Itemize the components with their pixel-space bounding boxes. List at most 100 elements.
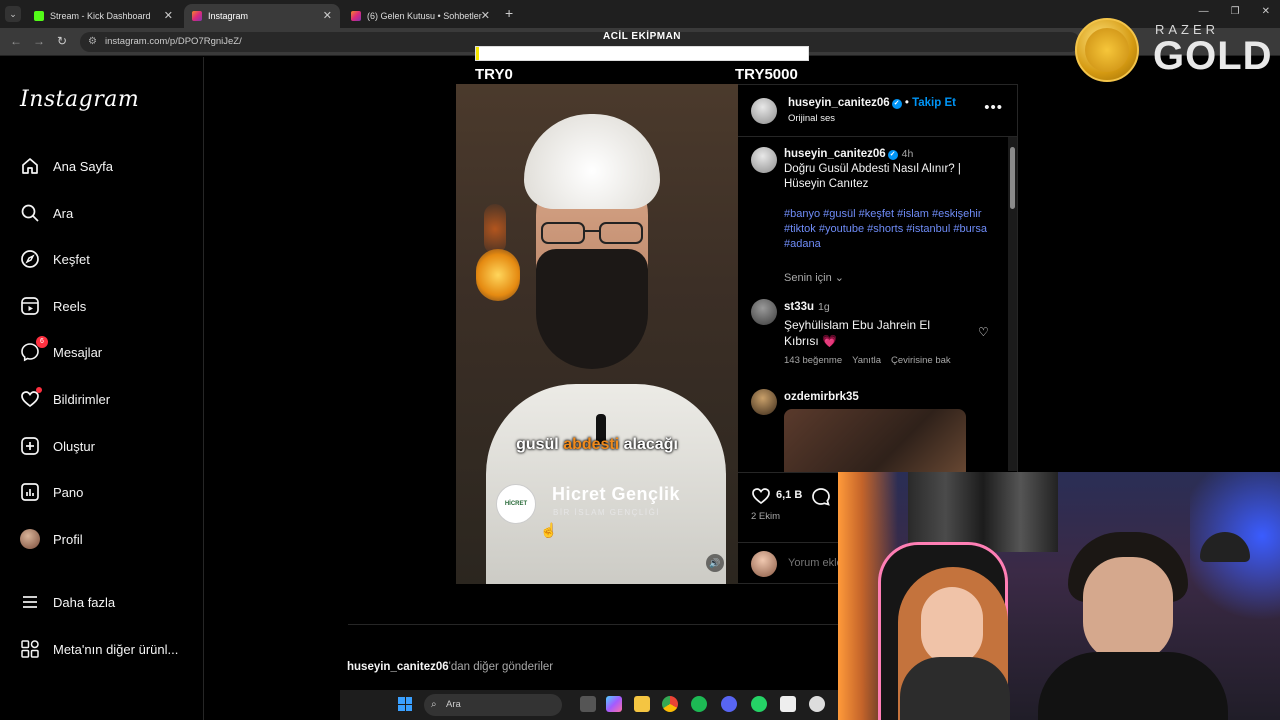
sidebar-item-dashboard[interactable]: Pano — [20, 479, 83, 505]
sidebar-item-label: Daha fazla — [53, 594, 116, 610]
tab-kick-dashboard[interactable]: Stream - Kick Dashboard ✕ — [26, 4, 181, 28]
instagram-logo[interactable]: Instagram — [20, 87, 139, 112]
video-person-glasses — [541, 222, 643, 244]
author-avatar[interactable] — [751, 98, 777, 124]
tab-inbox[interactable]: (6) Gelen Kutusu • Sohbetler ✕ — [343, 4, 498, 28]
commenter-username[interactable]: ozdemirbrk35 — [784, 391, 859, 403]
more-posts-suffix: 'dan diğer gönderiler — [448, 661, 554, 673]
for-you-dropdown[interactable]: Senin için ⌄ — [784, 271, 844, 284]
mouse-cursor-icon: ☝ — [540, 522, 558, 538]
sidebar-item-home[interactable]: Ana Sayfa — [20, 153, 113, 179]
webcam-hanging-clothes — [908, 472, 1058, 552]
sidebar-item-more[interactable]: Daha fazla — [20, 589, 115, 615]
sidebar-item-label: Profil — [53, 531, 83, 547]
windows-start-icon[interactable] — [398, 697, 412, 711]
sidebar-item-profile[interactable]: Profil — [20, 526, 83, 552]
sidebar-item-create[interactable]: Oluştur — [20, 433, 95, 459]
more-options-icon[interactable]: ••• — [984, 99, 1003, 116]
original-audio-link[interactable]: Orijinal ses — [788, 113, 835, 124]
video-brand-subtitle: BİR İSLAM GENÇLİĞİ — [553, 508, 661, 517]
chevron-down-icon: ⌄ — [834, 272, 844, 284]
search-icon: ⌕ — [431, 699, 437, 710]
comment-like-count[interactable]: 143 beğenme — [784, 355, 842, 366]
post-header: huseyin_canitez06 ✓ • Takip Et Orijinal s… — [738, 85, 1017, 137]
sidebar-item-label: Meta'nın diğer ürünl... — [53, 641, 179, 657]
author-avatar[interactable] — [751, 147, 777, 173]
tab-search-button[interactable]: ⌄ — [5, 6, 21, 22]
sidebar-item-reels[interactable]: Reels — [20, 293, 86, 319]
author-username[interactable]: huseyin_canitez06 — [788, 97, 890, 109]
file-explorer-icon[interactable] — [634, 696, 650, 712]
comment-meta: 143 beğenme Yanıtla Çevirisine bak — [784, 355, 951, 366]
caption-author[interactable]: huseyin_canitez06 — [784, 148, 886, 160]
site-info-icon[interactable]: ⚙ — [88, 32, 97, 52]
plus-icon — [20, 436, 40, 456]
comment-item: ozdemirbrk35 — [738, 387, 1008, 472]
url-text: instagram.com/p/DPO7RgniJeZ/ — [105, 36, 242, 47]
comment-like-heart-icon[interactable]: ♡ — [978, 325, 989, 339]
caption-hashtags[interactable]: #banyo #gusül #keşfet #islam #eskişehir … — [784, 207, 999, 252]
instagram-sidebar: Instagram Ana Sayfa Ara Keşfet Reels 6 M… — [0, 57, 204, 720]
sidebar-item-messages[interactable]: 6 Mesajlar — [20, 336, 102, 365]
task-view-icon[interactable] — [580, 696, 596, 712]
maximize-icon[interactable]: ❐ — [1231, 6, 1240, 17]
chrome-icon[interactable] — [662, 696, 678, 712]
close-icon[interactable]: ✕ — [164, 9, 173, 22]
comments-scrollbar[interactable] — [1008, 137, 1017, 471]
discord-icon[interactable] — [721, 696, 737, 712]
donation-max-label: TRY5000 — [735, 66, 798, 83]
chatgpt-icon[interactable] — [809, 696, 825, 712]
more-posts-username[interactable]: huseyin_canitez06 — [347, 661, 449, 673]
like-heart-icon[interactable] — [751, 487, 771, 505]
notification-dot — [36, 387, 42, 393]
close-icon[interactable]: ✕ — [323, 9, 332, 22]
back-icon[interactable]: ← — [10, 34, 22, 48]
commenter-avatar[interactable] — [751, 389, 777, 415]
commenter-avatar[interactable] — [751, 299, 777, 325]
whatsapp-icon[interactable] — [751, 696, 767, 712]
messenger-icon: 6 — [20, 336, 48, 362]
app-icon[interactable] — [780, 696, 796, 712]
sidebar-item-notifications[interactable]: Bildirimler — [20, 386, 110, 412]
author-header-line: huseyin_canitez06 ✓ • Takip Et — [788, 97, 956, 109]
volume-icon[interactable]: 🔊 — [706, 554, 724, 572]
webcam-person-left-face — [921, 587, 983, 665]
subtitle-highlight: abdesti — [563, 436, 620, 453]
like-count[interactable]: 6,1 B — [776, 489, 802, 501]
minimize-icon[interactable]: — — [1199, 6, 1209, 17]
new-tab-button[interactable]: + — [505, 5, 513, 21]
subtitle-part: alacağı — [619, 436, 678, 453]
post-time: 4h — [901, 148, 914, 160]
taskbar-search[interactable]: ⌕ Ara — [424, 694, 562, 716]
video-person-beard — [536, 249, 648, 369]
translate-button[interactable]: Çevirisine bak — [891, 355, 951, 366]
reload-icon[interactable]: ↻ — [57, 34, 67, 48]
instagram-favicon-icon — [351, 11, 361, 21]
compass-icon — [20, 249, 40, 269]
sidebar-item-explore[interactable]: Keşfet — [20, 246, 90, 272]
follow-button[interactable]: Takip Et — [912, 97, 956, 109]
verified-badge-icon: ✓ — [891, 99, 902, 109]
comment-image[interactable] — [784, 409, 966, 472]
sidebar-item-meta-apps[interactable]: Meta'nın diğer ürünl... — [20, 636, 178, 662]
search-icon — [20, 203, 40, 223]
reply-button[interactable]: Yanıtla — [852, 355, 881, 366]
streamer-webcam — [838, 472, 1280, 720]
window-controls: — ❐ ✕ — [1199, 6, 1270, 17]
close-icon[interactable]: ✕ — [481, 9, 490, 22]
donation-goal-title: ACİL EKİPMAN — [602, 31, 682, 42]
copilot-icon[interactable] — [606, 696, 622, 712]
sidebar-item-search[interactable]: Ara — [20, 200, 73, 226]
sidebar-item-label: Pano — [53, 484, 84, 500]
tab-label: (6) Gelen Kutusu • Sohbetler — [367, 11, 482, 21]
spotify-icon[interactable] — [691, 696, 707, 712]
forward-icon[interactable]: → — [33, 34, 45, 48]
tab-instagram[interactable]: Instagram ✕ — [184, 4, 340, 28]
scrollbar-thumb[interactable] — [1010, 147, 1015, 209]
post-video[interactable]: gusül abdesti alacağı HİCRET Hicret Genç… — [456, 84, 738, 584]
close-window-icon[interactable]: ✕ — [1262, 6, 1270, 17]
commenter-username[interactable]: st33u — [784, 301, 814, 313]
kick-favicon-icon — [34, 11, 44, 21]
comment-icon[interactable] — [811, 487, 831, 507]
sidebar-item-label: Oluştur — [53, 438, 95, 454]
